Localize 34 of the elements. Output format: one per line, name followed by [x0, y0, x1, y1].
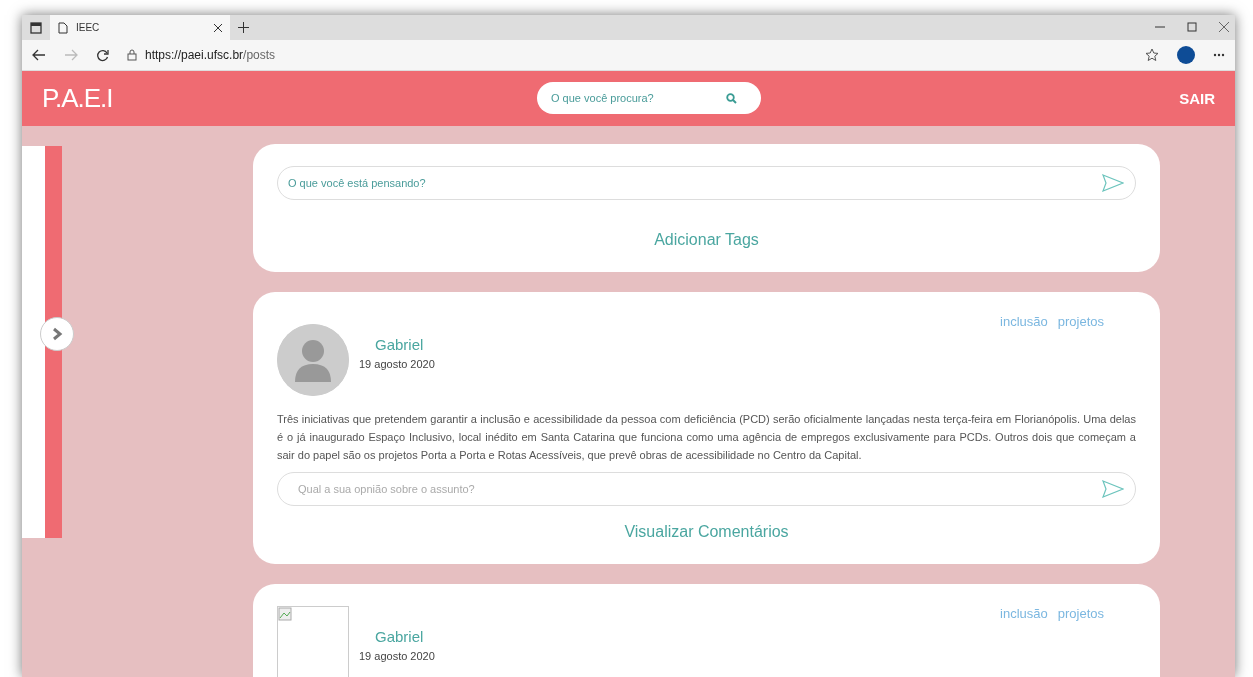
tag-link[interactable]: projetos — [1057, 314, 1104, 329]
logo[interactable]: P.A.E.I — [42, 83, 113, 114]
comment-field[interactable]: Qual a sua opnião sobre o assunto? — [277, 472, 1136, 506]
expand-button[interactable] — [40, 317, 74, 351]
search-icon[interactable] — [726, 93, 737, 104]
post-date: 19 agosto 2020 — [359, 358, 435, 370]
address-field[interactable]: https://paei.ufsc.br/posts — [145, 48, 276, 62]
maximize-icon[interactable] — [1187, 22, 1197, 32]
more-icon[interactable] — [1213, 53, 1225, 57]
tab-actions-icon[interactable] — [30, 22, 42, 34]
post-input-field[interactable]: O que você está pensando? — [277, 166, 1136, 200]
lock-icon — [127, 49, 137, 61]
profile-avatar[interactable] — [1177, 46, 1195, 64]
post-text: Três iniciativas que pretendem garantir a inclusão e acessibilidade da pessoa com deficiência (PCD) serão oficialmente lançadas nesta terça-feira em Florianópolis. Uma delas é o já inaugurado Espaço Inclusivo, local inédito em Santa Catarina que funciona como uma agência de empregos exclusivamente para PCDs. Outros dois que começam a sair do papel são os projetos Porta a Porta e Rotas Acessíveis, que prevê obras de acessibilidade no Centro da Capital. — [277, 412, 1136, 463]
tag-link[interactable]: projetos — [1057, 606, 1104, 621]
add-tags-link[interactable]: Adicionar Tags — [648, 230, 765, 250]
post-date: 19 agosto 2020 — [359, 650, 435, 662]
tag-link[interactable]: inclusão — [1000, 606, 1048, 621]
avatar-icon — [277, 324, 349, 396]
page-icon — [58, 21, 68, 34]
new-tab-icon[interactable] — [238, 22, 249, 33]
back-icon[interactable] — [32, 49, 46, 61]
tag-link[interactable]: inclusão — [1000, 314, 1048, 329]
chevron-icon — [51, 327, 63, 341]
favorites-icon[interactable] — [1145, 48, 1159, 62]
broken-image-icon — [278, 607, 292, 621]
browser-tab[interactable]: IEEC — [50, 15, 230, 40]
close-icon[interactable] — [214, 23, 222, 32]
search-field[interactable]: O que você procura? — [537, 82, 761, 114]
view-comments-link[interactable]: Visualizar Comentários — [618, 522, 795, 542]
reload-icon[interactable] — [96, 48, 109, 62]
author-name: Gabriel — [375, 336, 425, 353]
logout-button[interactable]: SAIR — [1173, 89, 1221, 108]
author-name: Gabriel — [375, 628, 425, 645]
